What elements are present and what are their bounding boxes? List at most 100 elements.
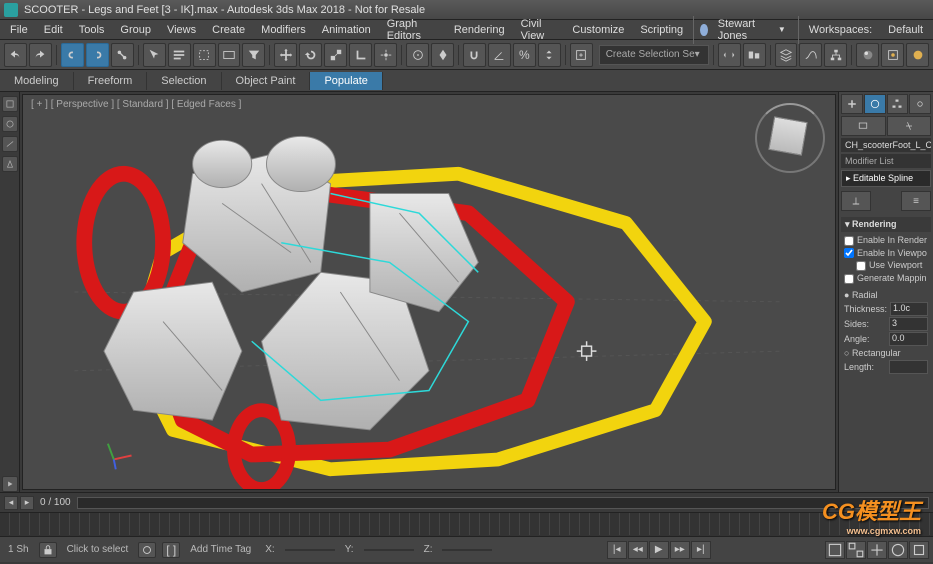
menu-grapheditors[interactable]: Graph Editors bbox=[381, 16, 444, 44]
rollout-rendering[interactable]: ▾ Rendering bbox=[841, 217, 931, 232]
menu-scripting[interactable]: Scripting bbox=[634, 22, 689, 38]
menu-edit[interactable]: Edit bbox=[38, 22, 69, 38]
materialeditor-button[interactable] bbox=[856, 43, 879, 67]
menu-animation[interactable]: Animation bbox=[316, 22, 377, 38]
user-box[interactable]: Stewart Jones ▼ bbox=[693, 16, 799, 44]
menu-views[interactable]: Views bbox=[161, 22, 202, 38]
pctsnap-button[interactable]: % bbox=[513, 43, 536, 67]
play-button[interactable]: ▶ bbox=[649, 541, 669, 559]
lock-icon[interactable] bbox=[39, 542, 57, 558]
rotate-button[interactable] bbox=[299, 43, 322, 67]
spinnersnap-button[interactable] bbox=[538, 43, 561, 67]
viewport[interactable]: [ + ] [ Perspective ] [ Standard ] [ Edg… bbox=[22, 94, 836, 490]
ribbon-freeform[interactable]: Freeform bbox=[74, 72, 148, 90]
left-btn-4[interactable] bbox=[2, 156, 18, 172]
ribbon-objectpaint[interactable]: Object Paint bbox=[222, 72, 311, 90]
cp-hierarchy-tab[interactable] bbox=[887, 94, 909, 114]
mirror-button[interactable] bbox=[718, 43, 741, 67]
refcoord-button[interactable] bbox=[349, 43, 372, 67]
track-ruler[interactable] bbox=[0, 513, 933, 535]
object-name-field[interactable]: CH_scooterFoot_L_CTR bbox=[841, 138, 931, 152]
y-coord[interactable] bbox=[364, 549, 414, 551]
viewcube[interactable] bbox=[755, 103, 825, 173]
use-viewport-check[interactable]: Use Viewport bbox=[844, 259, 928, 272]
menu-modifiers[interactable]: Modifiers bbox=[255, 22, 312, 38]
rectangular-radio[interactable]: ○ Rectangular bbox=[844, 347, 928, 359]
thickness-spinner[interactable]: 1.0c bbox=[890, 302, 928, 316]
bind-button[interactable] bbox=[111, 43, 134, 67]
sides-spinner[interactable]: 3 bbox=[889, 317, 928, 331]
next-key-button[interactable]: ▸▸ bbox=[670, 541, 690, 559]
snap-button[interactable] bbox=[463, 43, 486, 67]
prevframe-button[interactable]: ◂ bbox=[4, 496, 18, 510]
goto-start-button[interactable]: |◂ bbox=[607, 541, 627, 559]
goto-end-button[interactable]: ▸| bbox=[691, 541, 711, 559]
cp-utilities-tab[interactable] bbox=[887, 116, 932, 136]
selbracket-icon[interactable]: [ ] bbox=[162, 542, 180, 558]
track-bar[interactable] bbox=[0, 512, 933, 536]
maximize-button[interactable] bbox=[909, 541, 929, 559]
rendersetup-button[interactable] bbox=[881, 43, 904, 67]
viewcube-face[interactable] bbox=[768, 116, 807, 155]
time-slider[interactable]: ◂ ▸ 0 / 100 bbox=[0, 492, 933, 512]
left-btn-2[interactable] bbox=[2, 116, 18, 132]
link-button[interactable] bbox=[61, 43, 84, 67]
modifier-list-dropdown[interactable]: Modifier List bbox=[841, 154, 931, 168]
stack-config-button[interactable]: ≡ bbox=[901, 191, 931, 211]
menu-group[interactable]: Group bbox=[114, 22, 157, 38]
left-btn-3[interactable] bbox=[2, 136, 18, 152]
angle-spinner[interactable]: 0.0 bbox=[889, 332, 928, 346]
window-crossing-button[interactable] bbox=[218, 43, 241, 67]
scale-button[interactable] bbox=[324, 43, 347, 67]
render-button[interactable] bbox=[906, 43, 929, 67]
stack-pin-button[interactable]: ⟂ bbox=[841, 191, 871, 211]
unlink-button[interactable] bbox=[86, 43, 109, 67]
redo-button[interactable] bbox=[29, 43, 52, 67]
time-track[interactable] bbox=[77, 497, 929, 509]
anglesnap-button[interactable] bbox=[488, 43, 511, 67]
modifier-stack-item[interactable]: ▸ Editable Spline bbox=[841, 170, 931, 187]
cp-modify-tab[interactable] bbox=[864, 94, 886, 114]
layers-button[interactable] bbox=[775, 43, 798, 67]
schematic-button[interactable] bbox=[824, 43, 847, 67]
align-button[interactable] bbox=[743, 43, 766, 67]
manipulate-button[interactable] bbox=[406, 43, 429, 67]
prev-key-button[interactable]: ◂◂ bbox=[628, 541, 648, 559]
menu-create[interactable]: Create bbox=[206, 22, 251, 38]
z-coord[interactable] bbox=[442, 549, 492, 551]
keymode-button[interactable] bbox=[431, 43, 454, 67]
move-button[interactable] bbox=[274, 43, 297, 67]
radial-radio[interactable]: ● Radial bbox=[844, 289, 928, 301]
zoom-ext-button[interactable] bbox=[825, 541, 845, 559]
menu-civilview[interactable]: Civil View bbox=[515, 16, 563, 44]
zoom-all-button[interactable] bbox=[846, 541, 866, 559]
filter-button[interactable] bbox=[242, 43, 265, 67]
ribbon-populate[interactable]: Populate bbox=[310, 72, 382, 90]
left-play-icon[interactable] bbox=[2, 476, 18, 492]
left-btn-1[interactable] bbox=[2, 96, 18, 112]
orbit-button[interactable] bbox=[888, 541, 908, 559]
undo-button[interactable] bbox=[4, 43, 27, 67]
enable-viewport-check[interactable]: Enable In Viewpo bbox=[844, 247, 928, 260]
viewport-label[interactable]: [ + ] [ Perspective ] [ Standard ] [ Edg… bbox=[31, 99, 241, 110]
editselset-button[interactable] bbox=[570, 43, 593, 67]
pivot-button[interactable] bbox=[374, 43, 397, 67]
curveeditor-button[interactable] bbox=[799, 43, 822, 67]
generate-mapping-check[interactable]: Generate Mappin bbox=[844, 272, 928, 285]
cp-motion-tab[interactable] bbox=[909, 94, 931, 114]
x-coord[interactable] bbox=[285, 549, 335, 551]
menu-tools[interactable]: Tools bbox=[73, 22, 111, 38]
select-region-button[interactable] bbox=[193, 43, 216, 67]
pan-button[interactable] bbox=[867, 541, 887, 559]
workspaces-value[interactable]: Default bbox=[882, 22, 929, 38]
enable-render-check[interactable]: Enable In Render bbox=[844, 234, 928, 247]
select-name-button[interactable] bbox=[168, 43, 191, 67]
select-button[interactable] bbox=[143, 43, 166, 67]
nextframe-button[interactable]: ▸ bbox=[20, 496, 34, 510]
cp-create-tab[interactable] bbox=[841, 94, 863, 114]
length-spinner[interactable] bbox=[889, 360, 928, 374]
ribbon-selection[interactable]: Selection bbox=[147, 72, 221, 90]
ribbon-modeling[interactable]: Modeling bbox=[0, 72, 74, 90]
menu-file[interactable]: File bbox=[4, 22, 34, 38]
menu-customize[interactable]: Customize bbox=[566, 22, 630, 38]
